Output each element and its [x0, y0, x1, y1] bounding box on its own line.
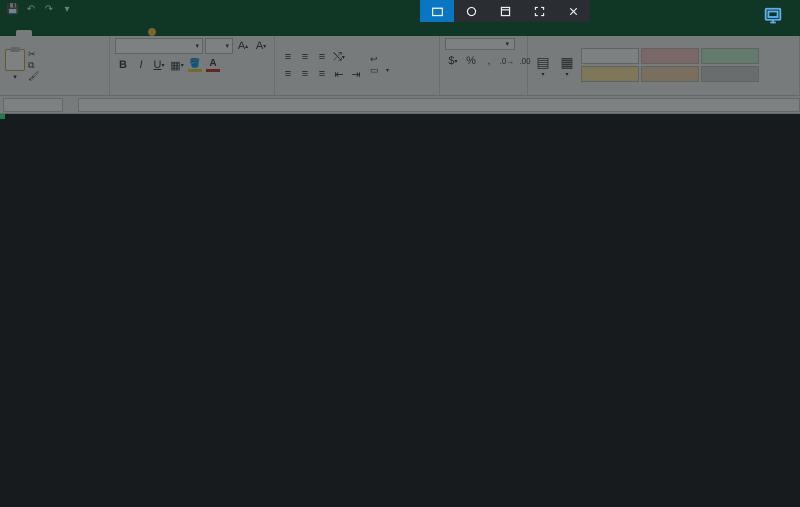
align-center-button[interactable]: ≡: [297, 66, 313, 82]
style-check-cell[interactable]: [701, 66, 759, 82]
copy-icon: ⧉: [28, 60, 38, 70]
comma-format-button[interactable]: ,: [481, 53, 497, 69]
snip-window-button[interactable]: [488, 0, 522, 22]
decrease-indent-button[interactable]: ⇤: [331, 66, 347, 82]
bold-button[interactable]: B: [115, 57, 131, 73]
increase-font-button[interactable]: A▴: [235, 38, 251, 54]
font-family-combo[interactable]: ▾: [115, 38, 203, 54]
undo-icon[interactable]: ↶: [24, 2, 38, 16]
paste-button[interactable]: ▾: [5, 49, 25, 81]
watermark-logo-icon: [762, 6, 784, 28]
accounting-format-button[interactable]: $▾: [445, 53, 461, 69]
borders-button[interactable]: ▦▾: [169, 57, 185, 73]
snip-freeform-button[interactable]: [454, 0, 488, 22]
scissors-icon: ✂: [28, 49, 38, 59]
conditional-formatting-button[interactable]: ▤▾: [533, 52, 553, 78]
snip-close-button[interactable]: [556, 0, 590, 22]
percent-format-button[interactable]: %: [463, 53, 479, 69]
cut-button[interactable]: ✂: [28, 49, 41, 59]
increase-indent-button[interactable]: ⇥: [348, 66, 364, 82]
group-label-number: [445, 92, 522, 93]
group-label-clipboard: [5, 92, 104, 93]
formula-input[interactable]: [78, 98, 800, 112]
ribbon-tabs: [0, 18, 800, 36]
font-color-button[interactable]: A: [205, 57, 221, 73]
copy-button[interactable]: ⧉: [28, 60, 41, 70]
cond-format-icon: ▤: [533, 52, 553, 72]
group-label-alignment: [280, 92, 434, 93]
style-normal[interactable]: [581, 48, 639, 64]
selection-rectangle: [0, 114, 4, 118]
format-as-table-button[interactable]: ▦▾: [557, 52, 577, 78]
wrap-text-button[interactable]: ↩: [370, 55, 389, 65]
save-icon[interactable]: 💾: [6, 2, 20, 16]
merge-icon: ▭: [370, 66, 380, 76]
italic-button[interactable]: I: [133, 57, 149, 73]
snip-fullscreen-button[interactable]: [522, 0, 556, 22]
underline-button[interactable]: U▾: [151, 57, 167, 73]
align-right-button[interactable]: ≡: [314, 66, 330, 82]
snip-rectangular-button[interactable]: [420, 0, 454, 22]
style-neutral[interactable]: [581, 66, 639, 82]
qat-more-icon[interactable]: ▾: [60, 2, 74, 16]
fill-color-button[interactable]: 🪣: [187, 57, 203, 73]
group-label-font: [115, 92, 269, 93]
font-size-combo[interactable]: ▾: [205, 38, 233, 54]
style-good[interactable]: [701, 48, 759, 64]
style-calculation[interactable]: [641, 66, 699, 82]
ribbon: ▾ ✂ ⧉ 🖌 ▾ ▾ A▴ A▾ B I U▾ ▦▾ 🪣 A: [0, 36, 800, 96]
style-bad[interactable]: [641, 48, 699, 64]
decrease-font-button[interactable]: A▾: [253, 38, 269, 54]
table-icon: ▦: [557, 52, 577, 72]
align-middle-button[interactable]: ≡: [297, 49, 313, 65]
quick-access-toolbar: 💾 ↶ ↷ ▾: [0, 0, 800, 18]
wrap-icon: ↩: [370, 55, 380, 65]
name-box[interactable]: [3, 98, 63, 112]
formula-bar: [0, 96, 800, 114]
increase-decimal-button[interactable]: .0→: [499, 53, 515, 69]
align-top-button[interactable]: ≡: [280, 49, 296, 65]
redo-icon[interactable]: ↷: [42, 2, 56, 16]
group-label-styles: [533, 92, 794, 93]
bulb-icon: [148, 28, 156, 36]
format-painter-button[interactable]: 🖌: [28, 71, 41, 81]
align-bottom-button[interactable]: ≡: [314, 49, 330, 65]
tell-me-search[interactable]: [148, 28, 159, 36]
number-format-combo[interactable]: ▾: [445, 38, 515, 50]
watermark: [762, 6, 790, 28]
brush-icon: 🖌: [28, 71, 38, 81]
align-left-button[interactable]: ≡: [280, 66, 296, 82]
screenshot-toolbar: [420, 0, 590, 22]
orientation-button[interactable]: ⤭▾: [331, 49, 347, 65]
merge-center-button[interactable]: ▭ ▾: [370, 66, 389, 76]
bucket-icon: 🪣: [189, 58, 200, 69]
